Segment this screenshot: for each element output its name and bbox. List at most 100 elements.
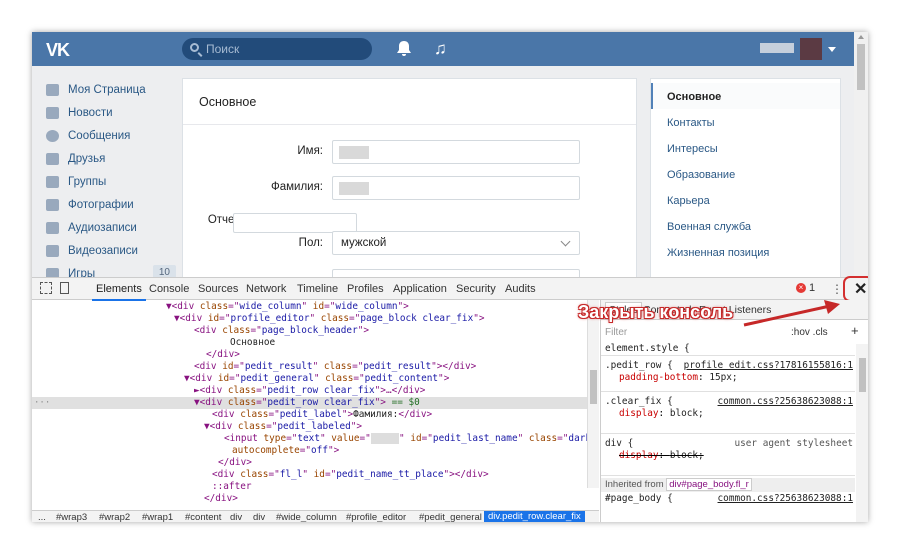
menu-item-video[interactable]: Видеозаписи bbox=[46, 239, 176, 262]
tree-line[interactable]: </div> bbox=[32, 457, 587, 469]
styles-filter-input[interactable]: Filter bbox=[605, 327, 627, 338]
style-rule[interactable]: div { user agent stylesheet display: blo… bbox=[601, 434, 855, 476]
menu-item-news[interactable]: Новости bbox=[46, 101, 176, 124]
annotation-label: Закрыть консоль bbox=[578, 302, 734, 322]
rule-source-link[interactable]: common.css?25638623088:1 bbox=[718, 493, 853, 505]
tree-line[interactable]: ▼<div class="wide_column" id="wide_colum… bbox=[32, 301, 587, 313]
vk-header: VK Поиск ♫ bbox=[32, 32, 854, 66]
first-name-label: Имя: bbox=[297, 145, 323, 157]
menu-item-audio[interactable]: Аудиозаписи bbox=[46, 216, 176, 239]
user-name[interactable] bbox=[760, 43, 794, 53]
new-rule-button[interactable]: + bbox=[851, 323, 859, 338]
tree-line[interactable]: </div> bbox=[32, 349, 587, 361]
rule-source-link[interactable]: common.css?25638623088:1 bbox=[718, 396, 853, 408]
breadcrumb-item[interactable]: #wrap2 bbox=[99, 512, 130, 522]
tree-line[interactable]: <div id="pedit_result" class="pedit_resu… bbox=[32, 361, 587, 373]
scroll-thumb[interactable] bbox=[859, 358, 866, 392]
bell-icon[interactable] bbox=[396, 40, 412, 57]
rule-declaration[interactable]: padding-bottom: 15px; bbox=[619, 372, 738, 384]
nav-item-military[interactable]: Военная служба bbox=[651, 213, 840, 239]
tree-line[interactable]: <input type="text" value=" " id="pedit_l… bbox=[32, 433, 587, 445]
inspect-element-icon[interactable] bbox=[40, 282, 52, 294]
tab-timeline[interactable]: Timeline bbox=[297, 283, 338, 295]
style-rule[interactable]: .pedit_row { profile edit.css?1781615581… bbox=[601, 356, 855, 392]
style-rule[interactable]: #page_body { common.css?25638623088:1 bbox=[601, 492, 855, 506]
tree-line[interactable]: ▼<div id="pedit_general" class="pedit_co… bbox=[32, 373, 587, 385]
page-scrollbar[interactable] bbox=[854, 32, 868, 277]
last-name-input[interactable] bbox=[332, 176, 580, 200]
close-devtools-button[interactable]: ✕ bbox=[843, 276, 868, 302]
breadcrumb-item[interactable]: #pedit_general bbox=[419, 512, 482, 522]
tree-line[interactable]: ▼<div class="pedit_labeled"> bbox=[32, 421, 587, 433]
styles-scrollbar[interactable] bbox=[856, 344, 868, 522]
scroll-thumb[interactable] bbox=[590, 370, 597, 404]
rule-declaration[interactable]: display: block; bbox=[619, 408, 704, 420]
patronymic-input[interactable] bbox=[233, 213, 357, 233]
breadcrumb-item[interactable]: div bbox=[253, 512, 265, 522]
nav-item-contacts[interactable]: Контакты bbox=[651, 109, 840, 135]
tab-security[interactable]: Security bbox=[456, 283, 496, 295]
menu-item-my-page[interactable]: Моя Страница bbox=[46, 78, 176, 101]
tree-line[interactable]: Основное bbox=[32, 337, 587, 349]
nav-item-interests[interactable]: Интересы bbox=[651, 135, 840, 161]
rule-source-link[interactable]: profile edit.css?17816155816:1 bbox=[684, 360, 853, 372]
chevron-down-icon[interactable] bbox=[828, 47, 836, 52]
music-note-icon[interactable]: ♫ bbox=[434, 39, 447, 59]
tab-profiles[interactable]: Profiles bbox=[347, 283, 384, 295]
breadcrumb-item[interactable]: #wrap1 bbox=[142, 512, 173, 522]
menu-item-messages[interactable]: Сообщения bbox=[46, 124, 176, 147]
tab-elements[interactable]: Elements bbox=[92, 283, 146, 301]
breadcrumb-item[interactable]: ... bbox=[38, 512, 46, 522]
menu-item-groups[interactable]: Группы bbox=[46, 170, 176, 193]
breadcrumb-item[interactable]: div bbox=[230, 512, 242, 522]
menu-item-friends[interactable]: Друзья bbox=[46, 147, 176, 170]
style-rule[interactable]: element.style { bbox=[601, 342, 855, 356]
elements-scrollbar[interactable] bbox=[587, 300, 599, 488]
search-icon bbox=[190, 43, 199, 52]
tab-audits[interactable]: Audits bbox=[505, 283, 536, 295]
error-count[interactable]: 1 bbox=[809, 282, 815, 294]
vk-logo[interactable]: VK bbox=[46, 40, 70, 61]
chevron-down-icon bbox=[560, 236, 571, 247]
tab-console[interactable]: Console bbox=[149, 283, 189, 295]
tree-line[interactable]: <div class="pedit_label">Фамилия:</div> bbox=[32, 409, 587, 421]
menu-item-photos[interactable]: Фотографии bbox=[46, 193, 176, 216]
rule-declaration-overridden[interactable]: display: block; bbox=[619, 450, 704, 462]
rule-selector: #page_body { bbox=[605, 493, 673, 504]
inherited-node-link[interactable]: div#page_body.fl_r bbox=[666, 478, 752, 491]
tree-line[interactable]: <div class="page_block_header"> bbox=[32, 325, 587, 337]
tab-application[interactable]: Application bbox=[393, 283, 447, 295]
scroll-up-icon[interactable] bbox=[858, 35, 864, 39]
tree-line[interactable]: autocomplete="off"> bbox=[32, 445, 587, 457]
divider bbox=[183, 124, 636, 125]
first-name-input[interactable] bbox=[332, 140, 580, 164]
tree-line[interactable]: ►<div class="pedit_row clear_fix">…</div… bbox=[32, 385, 587, 397]
nav-item-basic[interactable]: Основное bbox=[651, 83, 840, 109]
error-icon[interactable]: × bbox=[796, 283, 806, 293]
tree-line[interactable]: ::after bbox=[32, 481, 587, 493]
tree-line[interactable]: </div> bbox=[32, 493, 587, 505]
scroll-thumb[interactable] bbox=[857, 44, 865, 90]
breadcrumb-item[interactable]: #wide_column bbox=[276, 512, 337, 522]
tree-line[interactable]: <div class="fl_l" id="pedit_name_tt_plac… bbox=[32, 469, 587, 481]
style-rule[interactable]: .clear_fix { common.css?25638623088:1 di… bbox=[601, 392, 855, 434]
last-name-label: Фамилия: bbox=[270, 181, 323, 193]
breadcrumb-item[interactable]: #content bbox=[185, 512, 221, 522]
devtools-toolbar: Elements Console Sources Network Timelin… bbox=[32, 276, 868, 302]
breadcrumb-item-selected[interactable]: div.pedit_row.clear_fix bbox=[484, 511, 585, 522]
nav-item-education[interactable]: Образование bbox=[651, 161, 840, 187]
gender-select[interactable]: мужской bbox=[332, 231, 580, 255]
tree-line[interactable]: ▼<div id="profile_editor" class="page_bl… bbox=[32, 313, 587, 325]
search-input[interactable]: Поиск bbox=[182, 38, 372, 60]
device-toolbar-icon[interactable] bbox=[60, 282, 69, 294]
home-icon bbox=[46, 83, 59, 96]
more-options-icon[interactable]: ⋮ bbox=[831, 282, 843, 296]
nav-item-career[interactable]: Карьера bbox=[651, 187, 840, 213]
breadcrumb-item[interactable]: #profile_editor bbox=[346, 512, 406, 522]
breadcrumb-item[interactable]: #wrap3 bbox=[56, 512, 87, 522]
avatar[interactable] bbox=[800, 38, 822, 60]
tab-network[interactable]: Network bbox=[246, 283, 286, 295]
nav-item-life-position[interactable]: Жизненная позиция bbox=[651, 239, 840, 265]
tab-sources[interactable]: Sources bbox=[198, 283, 238, 295]
tree-line-selected[interactable]: ··· ▼<div class="pedit_row clear_fix"> ==… bbox=[32, 397, 587, 409]
